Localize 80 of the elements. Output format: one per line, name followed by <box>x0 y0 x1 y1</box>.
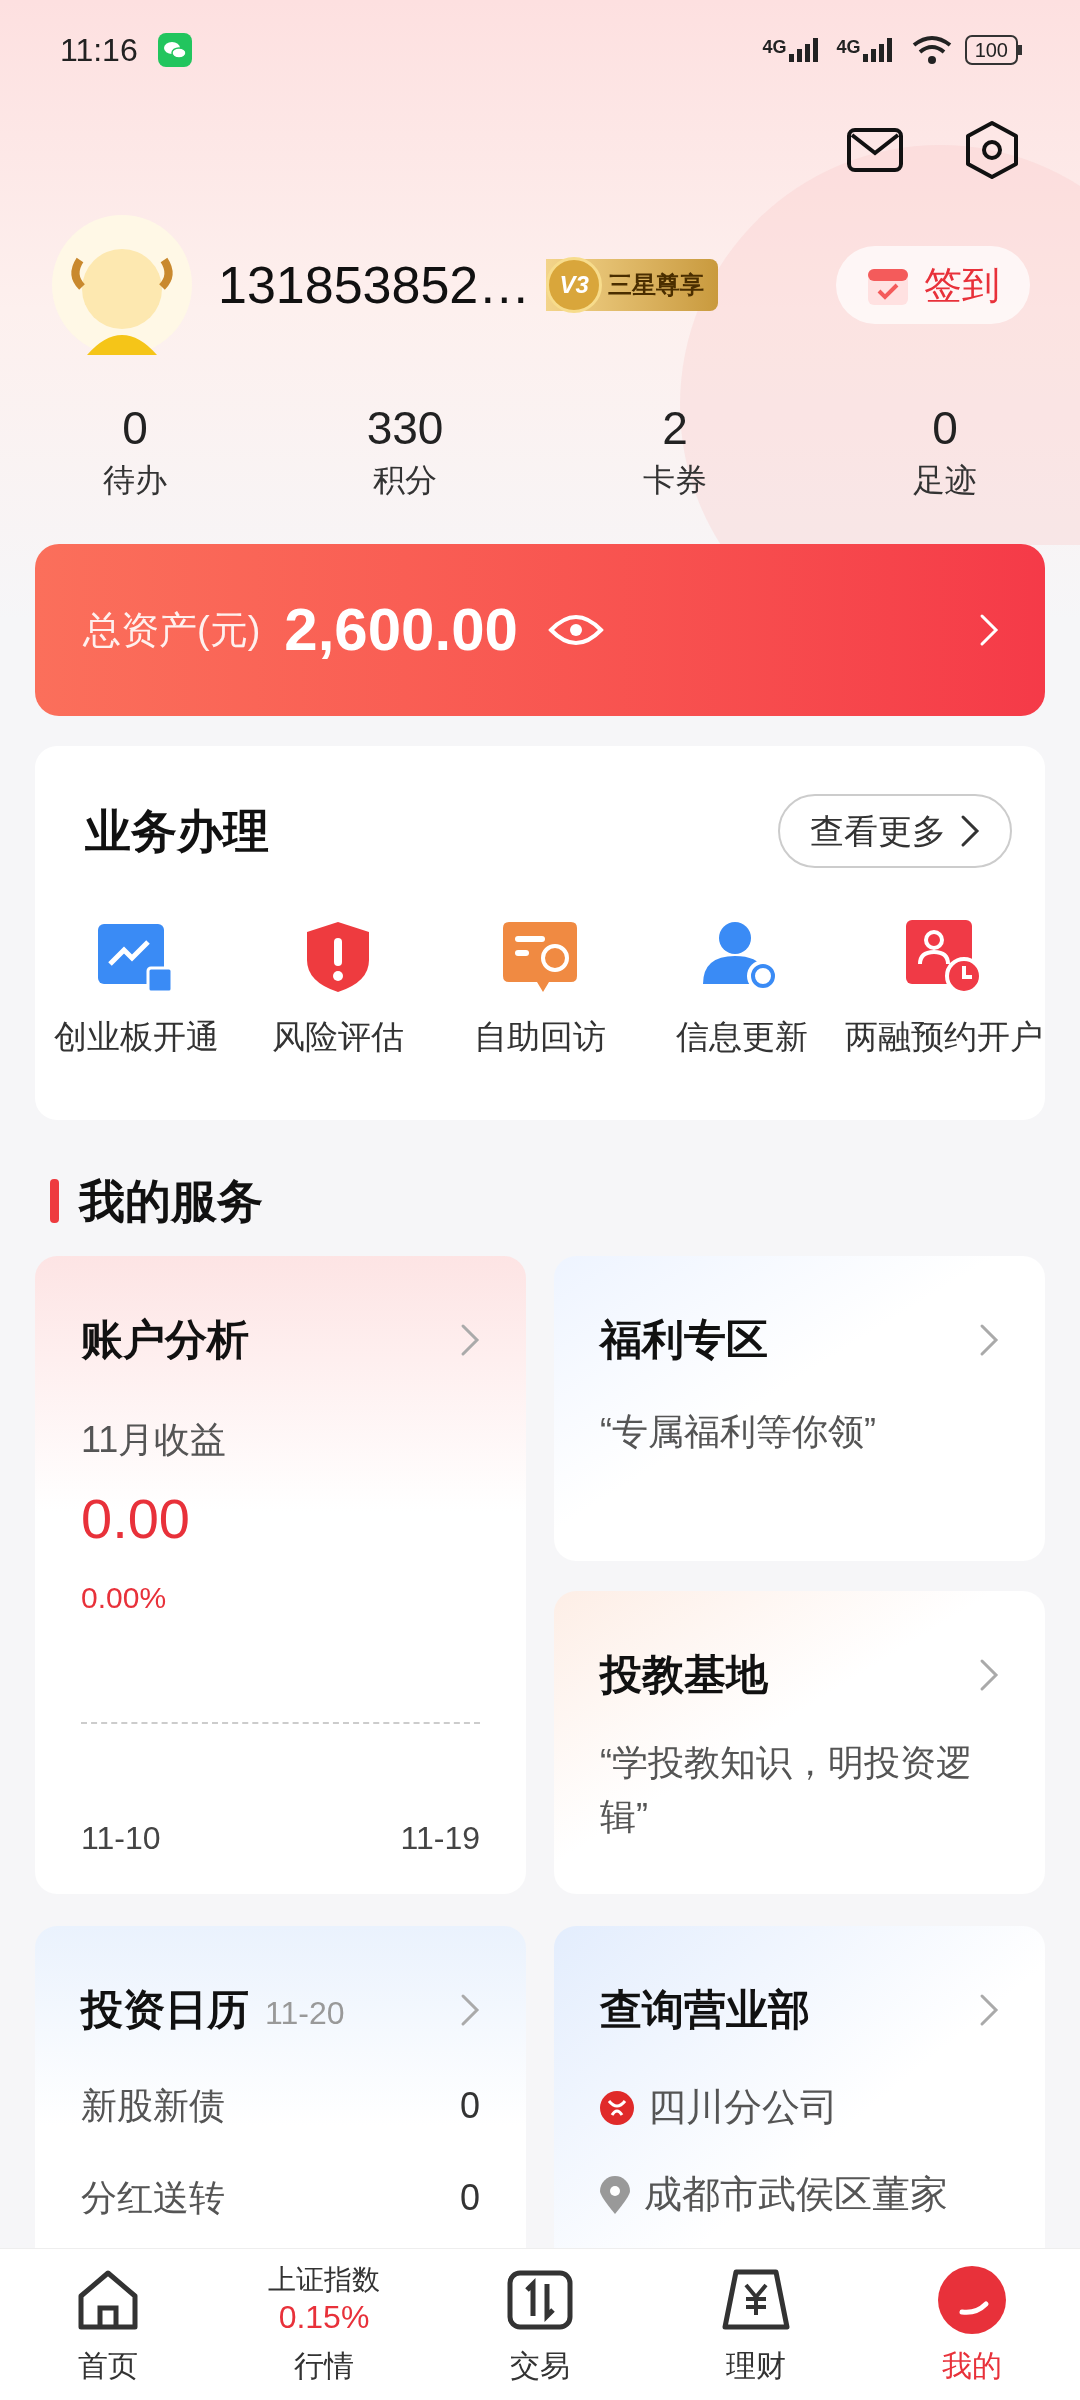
wifi-icon <box>910 35 953 65</box>
index-name: 上证指数 <box>268 2263 380 2297</box>
service-shortcut[interactable]: 信息更新 <box>641 918 843 1062</box>
event-count: 0 <box>459 2176 480 2220</box>
nav-tab[interactable]: 我的 <box>864 2249 1080 2400</box>
view-more-button[interactable]: 查看更多 <box>778 794 1012 868</box>
section-title: 业务办理 <box>85 803 269 859</box>
home-icon <box>76 2268 140 2332</box>
yen-bag-icon <box>722 2269 790 2331</box>
account-analysis-card[interactable]: 账户分析 11月收益 0.00 0.00% 11-10 11-19 <box>35 1256 526 1894</box>
battery-indicator: 100 <box>964 35 1022 65</box>
nav-tab[interactable]: 首页 <box>0 2249 216 2400</box>
stat-label: 卡券 <box>643 461 707 500</box>
service-shortcut[interactable]: 两融预约开户 <box>843 918 1045 1062</box>
welfare-card[interactable]: 福利专区 “专属福利等你领” <box>554 1256 1045 1561</box>
branch-card[interactable]: 查询营业部 四川分公司 成都市武侯区董家 <box>554 1926 1045 2248</box>
mail-icon[interactable] <box>846 127 904 173</box>
service-shortcut[interactable]: 自助回访 <box>439 918 641 1062</box>
date-label: 11-10 <box>81 1819 161 1858</box>
user-clock-icon <box>906 920 982 994</box>
section-accent-bar <box>50 1179 59 1223</box>
sign-in-button[interactable]: 签到 <box>836 246 1030 324</box>
message-refresh-icon <box>503 922 577 994</box>
calendar-date: 11-20 <box>265 1994 345 2033</box>
chevron-right-icon <box>960 814 980 848</box>
location-pin-icon <box>600 2175 630 2214</box>
index-change: 0.15% <box>278 2298 370 2337</box>
network-type: 4G <box>836 38 861 56</box>
user-name: 131853852… <box>218 255 531 316</box>
nav-tab[interactable]: 理财 <box>648 2249 864 2400</box>
section-title: 我的服务 <box>79 1173 263 1229</box>
service-shortcut[interactable]: 创业板开通 <box>35 918 237 1062</box>
stat-label: 待办 <box>103 461 167 500</box>
stat-value: 0 <box>932 401 958 456</box>
investment-calendar-card[interactable]: 投资日历 11-20 新股新债 0 分红送转 0 <box>35 1926 526 2248</box>
chevron-right-icon <box>460 1992 480 2027</box>
event-count: 0 <box>459 2084 480 2128</box>
card-slogan: “学投教知识，明投资逻辑” <box>600 1741 973 1839</box>
chevron-right-icon <box>979 1657 999 1692</box>
card-title: 投资日历 <box>81 1985 249 2035</box>
service-shortcut[interactable]: 风险评估 <box>237 918 439 1062</box>
income-amount: 0.00 <box>81 1486 191 1552</box>
stat-label: 足迹 <box>913 461 977 500</box>
education-card[interactable]: 投教基地 “学投教知识，明投资逻辑” <box>554 1591 1045 1894</box>
branch-name: 四川分公司 <box>648 2085 838 2130</box>
nav-tab[interactable]: 交易 <box>432 2249 648 2400</box>
stat-value: 0 <box>122 401 148 456</box>
card-title: 福利专区 <box>600 1315 768 1365</box>
income-rate: 0.00% <box>81 1580 168 1616</box>
exchange-icon <box>507 2270 573 2330</box>
stat-value: 330 <box>366 401 444 456</box>
trend-lock-icon <box>98 924 174 994</box>
card-title: 账户分析 <box>81 1315 249 1365</box>
date-label: 11-19 <box>400 1819 480 1858</box>
period-label: 11月收益 <box>81 1418 228 1462</box>
assets-amount: 2,600.00 <box>284 595 518 665</box>
nav-tab[interactable]: 上证指数 0.15% 行情 <box>216 2249 432 2400</box>
stat-value: 2 <box>662 401 688 456</box>
event-label: 分红送转 <box>81 2176 225 2220</box>
chevron-right-icon <box>979 1322 999 1357</box>
eye-icon[interactable] <box>547 612 604 648</box>
assets-label: 总资产(元) <box>83 607 261 653</box>
card-title: 查询营业部 <box>600 1985 810 2035</box>
event-label: 新股新债 <box>81 2084 225 2128</box>
shield-alert-icon <box>305 920 371 994</box>
status-time: 11:16 <box>60 31 138 70</box>
profile-icon <box>938 2266 1006 2334</box>
card-title: 投教基地 <box>600 1650 768 1700</box>
chevron-right-icon <box>979 1992 999 2027</box>
settings-icon[interactable] <box>964 120 1020 180</box>
network-type: 4G <box>762 38 787 56</box>
member-badge: V3 三星尊享 <box>546 259 719 311</box>
chevron-right-icon <box>460 1322 480 1357</box>
chat-app-icon <box>157 33 192 67</box>
avatar[interactable] <box>52 215 192 355</box>
company-logo-icon <box>600 2090 634 2125</box>
stat-label: 积分 <box>373 461 437 500</box>
branch-address: 成都市武侯区董家 <box>644 2172 948 2217</box>
card-slogan: “专属福利等你领” <box>600 1410 877 1454</box>
chevron-right-icon <box>979 613 999 647</box>
